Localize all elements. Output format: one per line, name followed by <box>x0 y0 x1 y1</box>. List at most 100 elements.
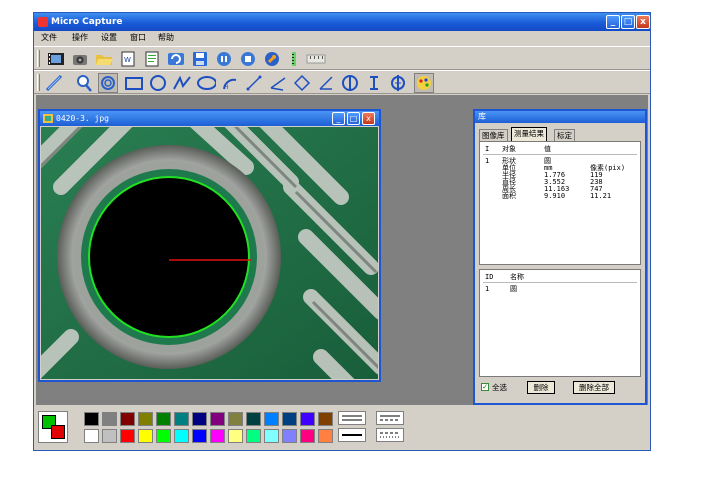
rotate-icon[interactable] <box>166 49 186 69</box>
angle-icon[interactable] <box>244 73 264 93</box>
ruler-icon[interactable] <box>284 49 304 69</box>
results-col-value: 值 <box>544 145 551 153</box>
image-file-icon <box>43 114 53 123</box>
angle2-icon[interactable] <box>268 73 288 93</box>
circle-select-icon[interactable] <box>98 73 118 93</box>
color-swatch[interactable] <box>192 429 207 443</box>
object-list[interactable]: ID 名称 1 圆 <box>479 269 641 377</box>
line-tool-icon[interactable] <box>44 73 64 93</box>
color-swatch[interactable] <box>228 429 243 443</box>
menu-operate[interactable]: 操作 <box>72 32 88 44</box>
results-col-object: 对象 <box>502 145 516 153</box>
ellipse-icon[interactable] <box>196 73 216 93</box>
color-swatch[interactable] <box>84 429 99 443</box>
color-swatch[interactable] <box>138 429 153 443</box>
tab-calibration[interactable]: 标定 <box>554 129 575 141</box>
library-title: 库 <box>475 111 645 123</box>
save-icon[interactable] <box>190 49 210 69</box>
color-swatch[interactable] <box>138 412 153 426</box>
line-style-dotted[interactable] <box>376 428 404 442</box>
parallel-icon[interactable] <box>364 73 384 93</box>
color-swatch[interactable] <box>174 412 189 426</box>
color-swatch[interactable] <box>318 429 333 443</box>
color-swatch[interactable] <box>102 412 117 426</box>
microscope-image[interactable] <box>41 127 378 379</box>
color-swatch[interactable] <box>264 412 279 426</box>
image-close-button[interactable]: x <box>362 112 375 125</box>
line-style-dashed[interactable] <box>376 411 404 425</box>
app-icon <box>38 17 48 27</box>
camera-icon[interactable] <box>70 49 90 69</box>
circle-icon[interactable] <box>148 73 168 93</box>
color-swatch[interactable] <box>246 412 261 426</box>
select-all-checkbox[interactable]: ✓ <box>481 383 489 391</box>
color-swatch[interactable] <box>210 429 225 443</box>
menu-help[interactable]: 帮助 <box>158 32 174 44</box>
delete-all-button[interactable]: 删除全部 <box>573 381 615 394</box>
color-swatch[interactable] <box>282 412 297 426</box>
polyline-icon[interactable] <box>172 73 192 93</box>
image-canvas[interactable] <box>41 127 378 379</box>
app-title: Micro Capture <box>51 17 123 27</box>
color-swatch[interactable] <box>210 412 225 426</box>
perpendicular-icon[interactable] <box>316 73 336 93</box>
line-style-thick[interactable] <box>338 428 366 442</box>
color-swatch[interactable] <box>120 429 135 443</box>
document-icon[interactable]: W <box>118 49 138 69</box>
color-swatch[interactable] <box>156 412 171 426</box>
minimize-button[interactable]: _ <box>606 15 620 29</box>
line-style-solid[interactable] <box>338 411 366 425</box>
results-table[interactable]: I 对象 值 1 形状 圆 单位 mm 像素(pix) 半径 1.776 119… <box>479 141 641 265</box>
tab-image-library[interactable]: 图像库 <box>479 129 508 141</box>
main-window: Micro Capture _ □ x 文件 操作 设置 窗口 帮助 W H 0… <box>33 12 651 451</box>
diamond-icon[interactable] <box>388 73 408 93</box>
results-cell: 11.21 <box>590 192 612 200</box>
list-item-name[interactable]: 圆 <box>510 286 517 293</box>
current-colors[interactable] <box>38 411 68 443</box>
color-palette <box>36 409 648 447</box>
rectangle-icon[interactable] <box>124 73 144 93</box>
color-swatch[interactable] <box>300 429 315 443</box>
close-button[interactable]: x <box>636 15 650 29</box>
image-window: 0420-3. jpg _ □ x <box>38 109 381 382</box>
color-swatch[interactable] <box>156 429 171 443</box>
list-item-id[interactable]: 1 <box>485 286 489 293</box>
color-swatch[interactable] <box>228 412 243 426</box>
settings-icon[interactable] <box>262 49 282 69</box>
color-swatch[interactable] <box>282 429 297 443</box>
menu-window[interactable]: 窗口 <box>130 32 146 44</box>
background-color[interactable] <box>51 425 65 439</box>
menu-file[interactable]: 文件 <box>41 32 57 44</box>
color-swatch[interactable] <box>318 412 333 426</box>
main-toolbar: W <box>34 46 650 70</box>
list-col-name: 名称 <box>510 273 524 281</box>
video-icon[interactable] <box>46 49 66 69</box>
arc-icon[interactable]: H <box>220 73 240 93</box>
color-swatch[interactable] <box>300 412 315 426</box>
results-cell: 面积 <box>502 192 516 200</box>
image-maximize-button[interactable]: □ <box>347 112 360 125</box>
color-swatch[interactable] <box>84 412 99 426</box>
zoom-icon[interactable] <box>74 73 94 93</box>
pause-icon[interactable] <box>214 49 234 69</box>
delete-button[interactable]: 删除 <box>527 381 555 394</box>
angle3-icon[interactable] <box>292 73 312 93</box>
image-minimize-button[interactable]: _ <box>332 112 345 125</box>
color-swatch[interactable] <box>192 412 207 426</box>
scale-icon[interactable] <box>306 49 326 69</box>
color-swatch[interactable] <box>246 429 261 443</box>
maximize-button[interactable]: □ <box>621 15 635 29</box>
circle-center-icon[interactable] <box>340 73 360 93</box>
color-swatch[interactable] <box>102 429 117 443</box>
color-swatch[interactable] <box>174 429 189 443</box>
palette-icon[interactable] <box>414 73 434 93</box>
tab-measure-results[interactable]: 测量结果 <box>511 127 547 141</box>
stop-icon[interactable] <box>238 49 258 69</box>
svg-text:W: W <box>124 56 131 64</box>
open-folder-icon[interactable] <box>94 49 114 69</box>
color-swatch[interactable] <box>120 412 135 426</box>
color-swatch[interactable] <box>264 429 279 443</box>
menu-settings[interactable]: 设置 <box>101 32 117 44</box>
list-col-id: ID <box>485 273 494 281</box>
new-document-icon[interactable] <box>142 49 162 69</box>
